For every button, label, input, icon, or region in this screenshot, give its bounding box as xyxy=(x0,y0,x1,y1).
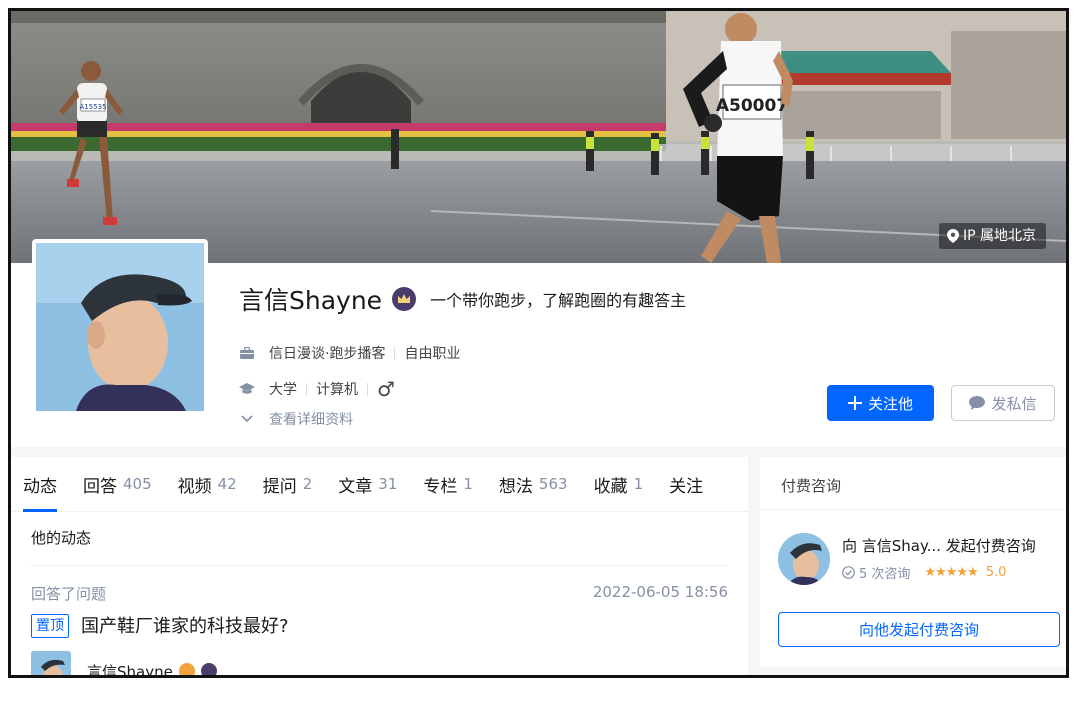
profile-page: A15535 A50007 IP 属地北京 言信Shayne 一个带你跑步，了解… xyxy=(8,8,1069,678)
feed-divider xyxy=(31,565,728,566)
verified-badge-icon xyxy=(178,663,195,675)
activity-feed: 动态 回答 405 视频 42 提问 2 文章 31 专栏 1 想法 563 收藏 1 关注 … xyxy=(11,457,748,676)
tab-collections[interactable]: 收藏 1 xyxy=(594,457,644,512)
edu-school: 大学 xyxy=(269,382,297,398)
profile-tabs: 动态 回答 405 视频 42 提问 2 文章 31 专栏 1 想法 563 收藏 1 关注 xyxy=(11,457,748,512)
tab-questions[interactable]: 提问 2 xyxy=(263,457,313,512)
check-circle-icon xyxy=(842,566,855,579)
start-consult-button[interactable]: 向他发起付费咨询 xyxy=(778,612,1060,647)
consult-stats: 5 次咨询 ★★★★★ 5.0 xyxy=(842,563,1006,582)
consult-title: 付费咨询 xyxy=(781,477,842,495)
creator-crown-icon xyxy=(200,663,217,675)
name-row: 言信Shayne 一个带你跑步，了解跑圈的有趣答主 xyxy=(239,281,686,317)
pinned-badge: 置顶 xyxy=(31,614,69,638)
cover-banner: A15535 A50007 IP 属地北京 xyxy=(11,11,1066,263)
ip-location-text: IP 属地北京 xyxy=(962,228,1036,244)
activity-type: 回答了问题 xyxy=(31,585,107,603)
avatar-photo xyxy=(36,243,204,411)
follow-button[interactable]: 关注他 xyxy=(827,385,934,421)
tab-answers[interactable]: 回答 405 xyxy=(83,457,152,512)
user-bio: 一个带你跑步，了解跑圈的有趣答主 xyxy=(430,291,687,310)
chat-bubble-icon xyxy=(969,396,986,410)
answer-author: 言信Shayne xyxy=(31,651,217,676)
ip-location-badge: IP 属地北京 xyxy=(938,223,1046,249)
graduation-cap-icon xyxy=(239,381,255,397)
education-info: 大学 计算机 ♂ xyxy=(239,377,395,401)
tab-thoughts[interactable]: 想法 563 xyxy=(499,457,568,512)
message-label: 发私信 xyxy=(991,394,1037,413)
work-company: 信日漫谈·跑步播客 xyxy=(269,346,386,362)
more-info-link[interactable]: 查看详细资料 xyxy=(239,409,353,429)
male-gender-icon: ♂ xyxy=(377,377,395,401)
user-name: 言信Shayne xyxy=(239,286,383,315)
consult-count: 5 次咨询 xyxy=(859,567,911,582)
work-job: 自由职业 xyxy=(404,346,461,362)
divider xyxy=(367,382,368,396)
work-info: 信日漫谈·跑步播客 自由职业 xyxy=(239,343,460,363)
star-rating-icon: ★★★★★ xyxy=(924,565,978,580)
profile-card: 言信Shayne 一个带你跑步，了解跑圈的有趣答主 信日漫谈·跑步播客 自由职业… xyxy=(11,239,1066,447)
divider xyxy=(306,382,307,396)
consult-rating: 5.0 xyxy=(985,565,1007,580)
question-title-link[interactable]: 国产鞋厂谁家的科技最好? xyxy=(81,612,289,638)
tab-videos[interactable]: 视频 42 xyxy=(178,457,237,512)
feed-section-title: 他的动态 xyxy=(31,529,92,547)
runner-bib-front: A50007 xyxy=(716,96,788,116)
consult-divider xyxy=(760,509,1066,510)
more-info-text: 查看详细资料 xyxy=(269,412,353,428)
edu-major: 计算机 xyxy=(316,382,358,398)
cover-photo: A15535 A50007 xyxy=(11,11,1066,263)
location-pin-icon xyxy=(946,229,959,243)
divider xyxy=(394,346,396,360)
runner-bib-back: A15535 xyxy=(79,103,106,111)
chevron-down-icon xyxy=(239,411,255,427)
tab-activity[interactable]: 动态 xyxy=(23,457,57,512)
tab-articles[interactable]: 文章 31 xyxy=(338,457,397,512)
profile-avatar[interactable] xyxy=(32,239,208,415)
tab-following[interactable]: 关注 xyxy=(669,457,703,512)
follow-label: 关注他 xyxy=(867,394,913,413)
creator-crown-icon xyxy=(392,287,417,311)
consult-avatar[interactable] xyxy=(778,533,830,585)
plus-icon xyxy=(847,396,862,410)
paid-consult-card: 付费咨询 向 言信Shay... 发起付费咨询 5 次咨询 ★★★★★ 5.0 … xyxy=(760,457,1066,667)
briefcase-icon xyxy=(239,345,255,361)
tab-columns[interactable]: 专栏 1 xyxy=(423,457,473,512)
author-name[interactable]: 言信Shayne xyxy=(87,661,173,676)
author-avatar[interactable] xyxy=(31,651,71,675)
activity-time: 2022-06-05 18:56 xyxy=(592,583,728,601)
consult-headline: 向 言信Shay... 发起付费咨询 xyxy=(842,537,1036,555)
send-message-button[interactable]: 发私信 xyxy=(951,385,1055,421)
